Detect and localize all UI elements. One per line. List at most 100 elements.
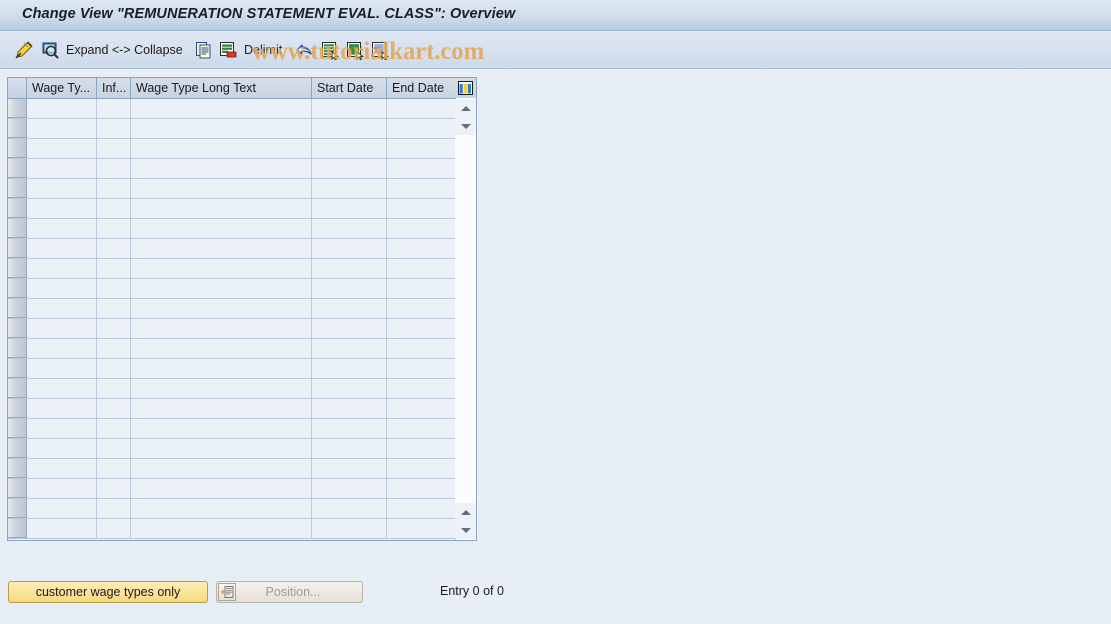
table-cell-start_date[interactable] — [312, 99, 387, 118]
table-row[interactable] — [8, 239, 476, 259]
table-cell-wage_type[interactable] — [27, 319, 97, 338]
table-cell-end_date[interactable] — [387, 399, 457, 418]
table-cell-long_text[interactable] — [131, 359, 312, 378]
table-cell-infotype[interactable] — [97, 159, 131, 178]
table-cell-infotype[interactable] — [97, 479, 131, 498]
table-cell-infotype[interactable] — [97, 319, 131, 338]
table-cell-long_text[interactable] — [131, 139, 312, 158]
expand-collapse-button[interactable]: Expand <-> Collapse — [66, 37, 183, 63]
row-select-button[interactable] — [8, 299, 27, 318]
column-header-end-date[interactable]: End Date — [387, 78, 457, 98]
scroll-down-button-top[interactable] — [455, 117, 476, 135]
row-select-button[interactable] — [8, 499, 27, 518]
table-row[interactable] — [8, 519, 476, 539]
table-cell-end_date[interactable] — [387, 259, 457, 278]
table-cell-start_date[interactable] — [312, 379, 387, 398]
table-cell-wage_type[interactable] — [27, 139, 97, 158]
table-cell-end_date[interactable] — [387, 179, 457, 198]
table-cell-start_date[interactable] — [312, 419, 387, 438]
table-cell-wage_type[interactable] — [27, 259, 97, 278]
table-row[interactable] — [8, 199, 476, 219]
row-select-button[interactable] — [8, 199, 27, 218]
table-row[interactable] — [8, 379, 476, 399]
row-select-button[interactable] — [8, 179, 27, 198]
table-cell-end_date[interactable] — [387, 359, 457, 378]
table-cell-infotype[interactable] — [97, 219, 131, 238]
table-cell-start_date[interactable] — [312, 239, 387, 258]
display-detail-button[interactable] — [38, 37, 62, 63]
table-cell-wage_type[interactable] — [27, 99, 97, 118]
table-cell-end_date[interactable] — [387, 439, 457, 458]
table-cell-infotype[interactable] — [97, 259, 131, 278]
table-cell-long_text[interactable] — [131, 499, 312, 518]
scroll-up-button-top[interactable] — [455, 99, 476, 117]
table-cell-long_text[interactable] — [131, 439, 312, 458]
table-cell-wage_type[interactable] — [27, 419, 97, 438]
table-row[interactable] — [8, 439, 476, 459]
table-cell-infotype[interactable] — [97, 459, 131, 478]
table-cell-long_text[interactable] — [131, 259, 312, 278]
row-select-button[interactable] — [8, 239, 27, 258]
table-row[interactable] — [8, 139, 476, 159]
table-cell-end_date[interactable] — [387, 119, 457, 138]
table-cell-start_date[interactable] — [312, 299, 387, 318]
table-row[interactable] — [8, 499, 476, 519]
table-cell-wage_type[interactable] — [27, 379, 97, 398]
table-cell-start_date[interactable] — [312, 279, 387, 298]
table-cell-end_date[interactable] — [387, 219, 457, 238]
table-cell-wage_type[interactable] — [27, 199, 97, 218]
table-row[interactable] — [8, 279, 476, 299]
table-cell-long_text[interactable] — [131, 379, 312, 398]
table-cell-wage_type[interactable] — [27, 179, 97, 198]
table-cell-infotype[interactable] — [97, 199, 131, 218]
table-row[interactable] — [8, 259, 476, 279]
row-select-button[interactable] — [8, 519, 27, 538]
table-cell-end_date[interactable] — [387, 139, 457, 158]
deselect-all-button[interactable] — [343, 37, 367, 63]
table-row[interactable] — [8, 459, 476, 479]
table-cell-long_text[interactable] — [131, 419, 312, 438]
table-cell-wage_type[interactable] — [27, 219, 97, 238]
table-cell-wage_type[interactable] — [27, 339, 97, 358]
table-cell-end_date[interactable] — [387, 319, 457, 338]
table-cell-wage_type[interactable] — [27, 479, 97, 498]
change-display-button[interactable] — [12, 37, 36, 63]
column-header-start-date[interactable]: Start Date — [312, 78, 387, 98]
row-select-button[interactable] — [8, 459, 27, 478]
table-cell-wage_type[interactable] — [27, 459, 97, 478]
row-select-button[interactable] — [8, 439, 27, 458]
row-select-button[interactable] — [8, 319, 27, 338]
scroll-up-button-bottom[interactable] — [455, 503, 476, 521]
table-cell-start_date[interactable] — [312, 319, 387, 338]
table-row[interactable] — [8, 299, 476, 319]
table-cell-wage_type[interactable] — [27, 279, 97, 298]
table-row[interactable] — [8, 99, 476, 119]
row-select-button[interactable] — [8, 279, 27, 298]
table-cell-start_date[interactable] — [312, 219, 387, 238]
table-cell-long_text[interactable] — [131, 519, 312, 538]
undo-button[interactable] — [292, 37, 316, 63]
table-cell-long_text[interactable] — [131, 459, 312, 478]
delimit-button[interactable]: Delimit — [244, 37, 282, 63]
table-cell-infotype[interactable] — [97, 359, 131, 378]
table-cell-long_text[interactable] — [131, 99, 312, 118]
row-select-button[interactable] — [8, 359, 27, 378]
scroll-down-button-bottom[interactable] — [455, 521, 476, 539]
table-cell-infotype[interactable] — [97, 339, 131, 358]
table-cell-infotype[interactable] — [97, 179, 131, 198]
select-all-column-header[interactable] — [8, 78, 27, 98]
table-cell-start_date[interactable] — [312, 139, 387, 158]
table-cell-start_date[interactable] — [312, 199, 387, 218]
table-cell-end_date[interactable] — [387, 199, 457, 218]
table-cell-start_date[interactable] — [312, 499, 387, 518]
table-cell-wage_type[interactable] — [27, 299, 97, 318]
table-cell-long_text[interactable] — [131, 199, 312, 218]
table-cell-start_date[interactable] — [312, 399, 387, 418]
table-cell-long_text[interactable] — [131, 279, 312, 298]
table-cell-start_date[interactable] — [312, 119, 387, 138]
column-header-long-text[interactable]: Wage Type Long Text — [131, 78, 312, 98]
column-header-wage-type[interactable]: Wage Ty... — [27, 78, 97, 98]
table-cell-end_date[interactable] — [387, 499, 457, 518]
table-cell-end_date[interactable] — [387, 279, 457, 298]
table-cell-infotype[interactable] — [97, 139, 131, 158]
